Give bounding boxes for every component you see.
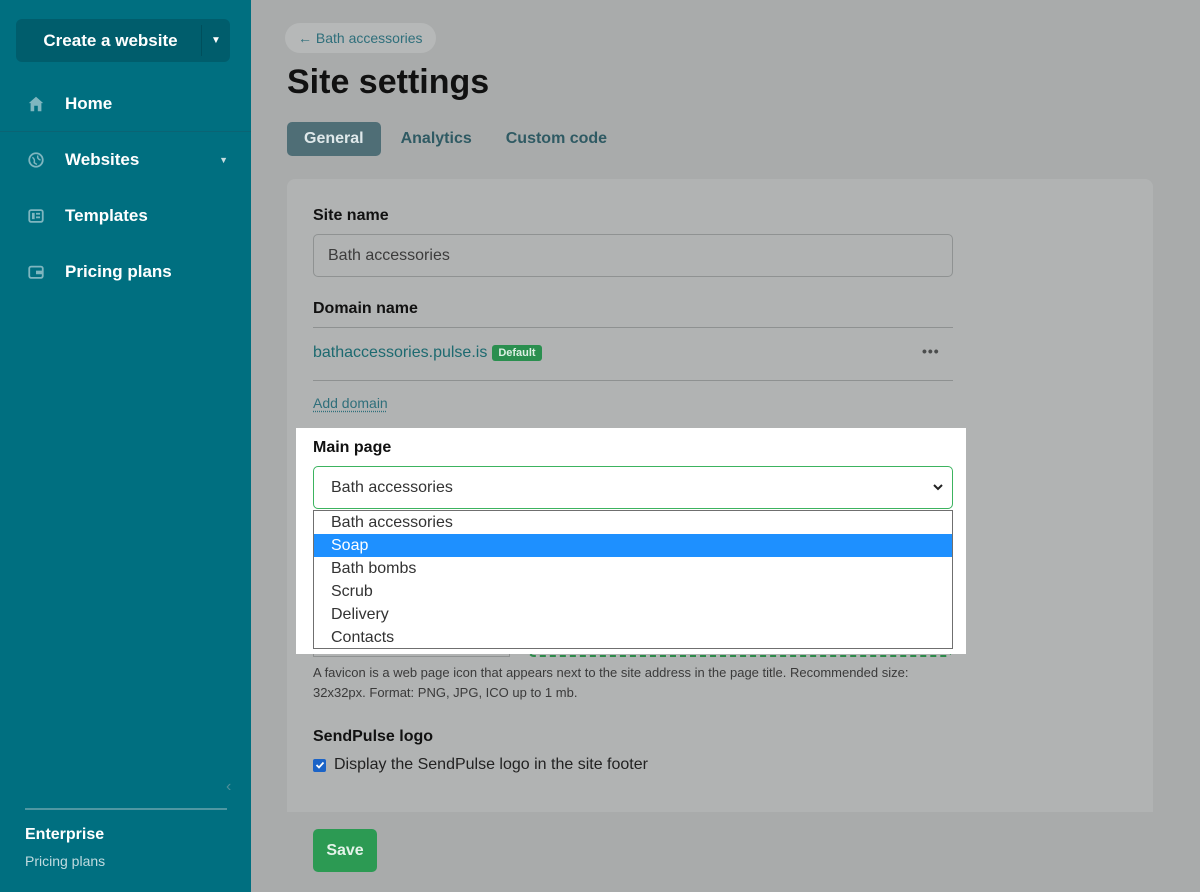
dropdown-option[interactable]: Delivery (314, 603, 952, 626)
globe-icon (26, 150, 46, 170)
sidebar-item-websites[interactable]: Websites ▼ (0, 132, 251, 188)
domain-link[interactable]: bathaccessories.pulse.is (313, 344, 487, 362)
sidebar-divider (25, 808, 227, 810)
home-icon (26, 94, 46, 114)
site-name-input[interactable]: Bath accessories (313, 234, 953, 277)
sidebar: Create a website ▼ Home Websites ▼ Templ… (0, 0, 251, 892)
chevron-down-icon[interactable]: ▼ (202, 19, 230, 62)
divider (313, 380, 953, 381)
sendpulse-logo-checkbox-label: Display the SendPulse logo in the site f… (334, 756, 648, 773)
tab-analytics[interactable]: Analytics (387, 122, 486, 156)
sidebar-item-home[interactable]: Home (0, 76, 251, 132)
main-page-dropdown: Bath accessories Soap Bath bombs Scrub D… (313, 510, 953, 649)
collapse-sidebar-icon[interactable]: ‹ (226, 778, 231, 796)
chevron-down-icon[interactable]: ▼ (219, 155, 228, 165)
domain-row: bathaccessories.pulse.is Default (313, 344, 542, 362)
checkmark-icon (315, 761, 324, 769)
more-options-icon[interactable]: ••• (922, 343, 940, 359)
sidebar-item-templates[interactable]: Templates (0, 188, 251, 244)
sidebar-item-label: Templates (65, 206, 148, 225)
sidebar-item-pricing-plans[interactable]: Pricing plans (0, 244, 251, 300)
tab-custom-code[interactable]: Custom code (492, 122, 621, 156)
sidebar-item-label: Home (65, 93, 113, 113)
add-domain-link[interactable]: Add domain (313, 395, 388, 411)
sendpulse-logo-label: SendPulse logo (313, 728, 434, 745)
site-name-label: Site name (313, 207, 389, 224)
sidebar-nav: Home Websites ▼ Templates Pricing plans (0, 76, 251, 300)
wallet-icon (26, 262, 46, 282)
main-page-select[interactable]: Bath accessories (313, 466, 953, 509)
create-website-button[interactable]: Create a website ▼ (16, 19, 230, 62)
main-page-label: Main page (313, 439, 392, 456)
dropdown-option-highlighted[interactable]: Soap (314, 534, 952, 557)
back-link[interactable]: ← Bath accessories (285, 23, 436, 53)
domain-name-label: Domain name (313, 300, 418, 317)
tab-general[interactable]: General (287, 122, 381, 156)
plan-name: Enterprise (25, 826, 105, 843)
dropdown-option[interactable]: Bath accessories (314, 511, 952, 534)
pricing-plans-link[interactable]: Pricing plans (25, 853, 105, 869)
divider (313, 327, 953, 328)
sendpulse-logo-checkbox[interactable] (313, 758, 326, 772)
dropdown-option[interactable]: Bath bombs (314, 557, 952, 580)
settings-tabs: General Analytics Custom code (287, 122, 621, 156)
create-website-label: Create a website (43, 30, 178, 50)
card-footer (287, 812, 1153, 892)
dropdown-option[interactable]: Contacts (314, 626, 952, 649)
templates-icon (26, 206, 46, 226)
page-title: Site settings (287, 63, 490, 101)
sendpulse-logo-option[interactable]: Display the SendPulse logo in the site f… (313, 756, 648, 774)
sidebar-item-label: Pricing plans (65, 262, 172, 281)
main-page-selected-value: Bath accessories (331, 478, 453, 496)
favicon-hint: A favicon is a web page icon that appear… (313, 665, 909, 700)
save-button[interactable]: Save (313, 829, 377, 872)
chevron-down-icon (933, 484, 943, 491)
default-badge: Default (492, 345, 542, 361)
dropdown-option[interactable]: Scrub (314, 580, 952, 603)
sidebar-item-label: Websites (65, 150, 140, 169)
